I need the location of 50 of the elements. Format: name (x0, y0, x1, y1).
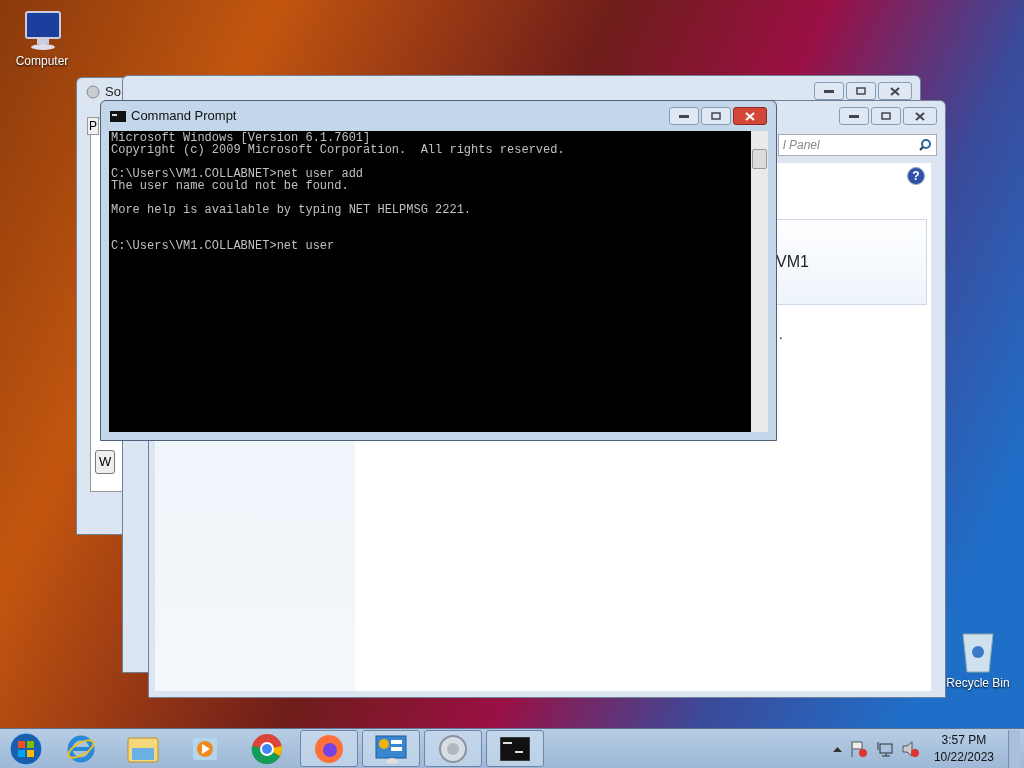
window-title: So (105, 83, 121, 102)
browser-icon (66, 733, 96, 764)
console-icon (110, 110, 126, 122)
muted-speaker-icon[interactable] (901, 739, 920, 758)
maximize-icon (856, 87, 866, 95)
minimize-button[interactable] (839, 107, 869, 125)
help-button[interactable]: ? (907, 167, 925, 185)
maximize-button[interactable] (846, 82, 876, 100)
minimize-icon (849, 114, 859, 118)
scrollbar[interactable] (751, 131, 768, 432)
close-icon (745, 111, 755, 121)
clock-date: 10/22/2023 (933, 748, 994, 766)
minimize-icon (824, 89, 834, 93)
desktop-icon-label[interactable]: Recycle Bin (946, 674, 1010, 692)
show-hidden-icons-icon[interactable] (832, 745, 842, 752)
taskbar-button[interactable] (486, 730, 544, 767)
close-button[interactable] (733, 107, 767, 125)
chrome-icon (251, 732, 283, 765)
network-icon[interactable] (875, 739, 894, 758)
account-name: VM1 (776, 252, 809, 272)
dialog-button[interactable]: W (95, 450, 116, 474)
maximize-icon (711, 112, 721, 120)
close-icon (890, 86, 900, 96)
console-icon (500, 736, 530, 761)
maximize-button[interactable] (871, 107, 901, 125)
search-placeholder: l Panel (783, 137, 820, 154)
scrollbar-thumb[interactable] (752, 149, 767, 169)
flag-warning-icon[interactable] (849, 739, 868, 758)
dialog-tab[interactable]: P (87, 117, 99, 135)
maximize-button[interactable] (701, 107, 731, 125)
desktop-icon-label[interactable]: Computer (15, 52, 69, 70)
clock[interactable]: 3:57 PM 10/22/2023 (927, 731, 1000, 766)
firefox-icon (313, 732, 345, 765)
close-button[interactable] (903, 107, 937, 125)
minimize-button[interactable] (814, 82, 844, 100)
show-desktop-button[interactable] (1008, 729, 1020, 768)
minimize-icon (679, 114, 689, 118)
search-field[interactable]: l Panel (778, 134, 937, 156)
close-button[interactable] (878, 82, 912, 100)
text-fragment: . (779, 326, 783, 344)
control-panel-icon (374, 733, 408, 764)
window-title: Command Prompt (131, 107, 237, 126)
search-icon (918, 138, 932, 152)
maximize-icon (881, 112, 891, 120)
clock-time: 3:57 PM (941, 731, 987, 749)
folder-icon (127, 734, 159, 763)
recycle-bin-icon (960, 630, 996, 674)
close-icon (915, 111, 925, 121)
minimize-button[interactable] (669, 107, 699, 125)
console-output: Microsoft Windows [Version 6.1.7601] Copyright (c) 2009 Microsoft Corporation. All rights reserved. C:\Users\VM1.COLLABNET>net user add The user name could not be found. More help is available by typing NET HELPMSG 2221. C:\Users\VM1.COLLABNET>net user (109, 131, 751, 432)
